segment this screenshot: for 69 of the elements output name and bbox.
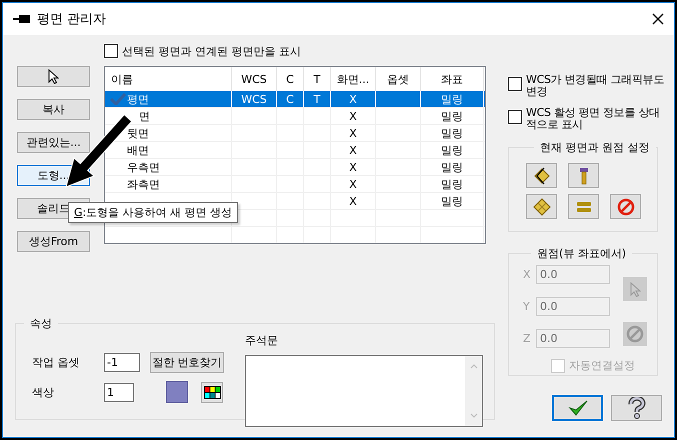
cursor-icon <box>630 282 640 297</box>
tool-plane-button[interactable] <box>568 163 599 188</box>
color-swatch[interactable] <box>166 381 188 403</box>
table-cell: 밀링 <box>441 94 463 104</box>
diamond-icon <box>532 198 550 216</box>
table-cell: 밀링 <box>441 178 463 190</box>
table-cell: 밀링 <box>441 110 463 122</box>
cursor-icon <box>48 69 59 84</box>
side-button[interactable]: 복사 <box>17 99 90 120</box>
table-cell: 밀링 <box>441 144 463 156</box>
plane-name: 배면 <box>127 144 149 156</box>
checkmark-icon <box>568 399 588 418</box>
table-cell: C <box>286 94 294 104</box>
side-button[interactable]: 생성From <box>17 231 90 252</box>
table-cell: X <box>349 196 357 206</box>
plane-name: 우측면 <box>127 162 160 172</box>
tooltip: G:도형을 사용하여 새 평면 생성 <box>68 202 238 223</box>
reset-button[interactable] <box>610 194 641 220</box>
offset-field[interactable]: -1 <box>104 352 140 372</box>
find-number-button[interactable]: 절한 번호찾기 <box>150 352 224 372</box>
palette-button[interactable] <box>201 382 223 402</box>
axis-label: Z <box>523 332 531 346</box>
prohibit-icon <box>626 325 644 344</box>
group-title: 속성 <box>29 316 53 331</box>
checkbox[interactable] <box>508 110 522 124</box>
table-cell: 밀링 <box>441 196 463 206</box>
checkbox-label: WCS 활성 평면 정보를 상대적으로 표시 <box>526 107 661 132</box>
construction-plane-button[interactable] <box>526 194 557 220</box>
table-cell: X <box>349 162 357 172</box>
plane-axis-icon <box>532 166 550 185</box>
table-cell: 밀링 <box>441 162 463 172</box>
axis-label: X <box>523 268 531 282</box>
close-icon[interactable] <box>652 13 664 25</box>
question-mark-icon <box>626 397 646 420</box>
palette-icon <box>204 386 220 398</box>
prohibit-icon <box>616 198 634 216</box>
tool-icon <box>578 166 588 185</box>
checkbox-label: WCS가 변경될때 그래픽뷰도 변경 <box>526 74 666 98</box>
offset-label: 작업 옵셋 <box>31 354 80 370</box>
table-cell: WCS <box>241 94 267 104</box>
ok-button[interactable] <box>552 395 603 422</box>
color-label: 색상 <box>31 384 55 400</box>
window-title: 평면 관리자 <box>37 11 108 28</box>
checkbox[interactable] <box>104 44 118 58</box>
table-cell: X <box>349 144 357 156</box>
pin-icon <box>13 14 31 24</box>
checkbox[interactable] <box>508 77 522 91</box>
table-cell: X <box>349 110 357 122</box>
plane-name: 뒷면 <box>127 128 149 138</box>
color-field[interactable]: 1 <box>104 382 134 402</box>
plane-name: 면 <box>139 110 150 122</box>
plane-name: 평면 <box>127 94 149 104</box>
plane-name: 좌측면 <box>127 178 160 190</box>
table-cell: T <box>314 94 320 104</box>
group-title: 원점(뷰 좌표에서) <box>536 246 628 262</box>
table-cell: X <box>349 178 357 190</box>
table-cell: X <box>349 94 357 104</box>
axis-label: Y <box>523 300 531 314</box>
equals-icon <box>576 200 592 213</box>
side-button[interactable]: 관련있는... <box>17 132 90 153</box>
checkbox-label: 자동연결설정 <box>569 358 635 374</box>
group-title: 현재 평면과 원점 설정 <box>539 140 650 156</box>
checkbox-label: 선택된 평면과 연계된 평면만을 표시 <box>122 44 301 59</box>
view-plane-button[interactable] <box>526 163 557 188</box>
notes-label: 주석문 <box>245 333 279 348</box>
select-button[interactable] <box>17 66 90 87</box>
help-button[interactable] <box>611 395 662 422</box>
table-cell: X <box>349 128 357 138</box>
table-cell: 밀링 <box>441 128 463 138</box>
